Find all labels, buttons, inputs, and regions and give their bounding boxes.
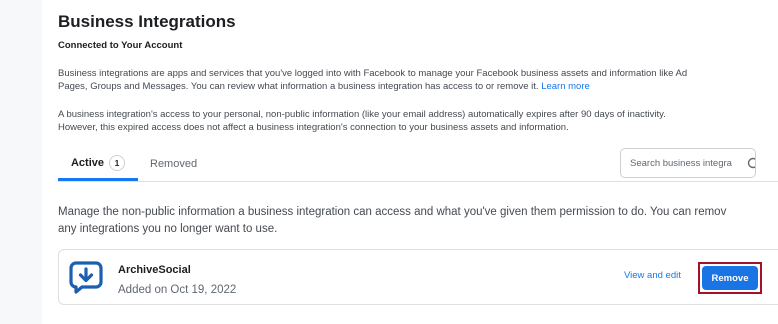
view-and-edit-link[interactable]: View and edit — [624, 270, 681, 281]
tab-removed-label: Removed — [150, 157, 198, 170]
archive-social-logo-icon — [69, 261, 103, 294]
search-icon[interactable] — [747, 157, 756, 171]
expiry-line-2: However, this expired access does not af… — [58, 122, 569, 133]
page-subtitle: Connected to Your Account — [58, 40, 183, 51]
description-line-2: any integrations you no longer want to u… — [58, 223, 278, 235]
search-input[interactable] — [621, 157, 746, 169]
intro-line-2-text: Pages, Groups and Messages. You can revi… — [58, 81, 539, 92]
manage-description: Manage the non-public information a busi… — [58, 204, 726, 238]
remove-button[interactable]: Remove — [702, 266, 758, 290]
expiry-paragraph: A business integration's access to your … — [58, 108, 666, 134]
integration-name: ArchiveSocial — [118, 264, 191, 276]
tab-active-label: Active — [70, 156, 105, 169]
integration-card: ArchiveSocial Added on Oct 19, 2022 View… — [58, 249, 778, 305]
intro-paragraph: Business integrations are apps and servi… — [58, 67, 687, 93]
tab-removed[interactable]: Removed — [150, 147, 197, 180]
search-box[interactable] — [620, 148, 756, 178]
description-line-1: Manage the non-public information a busi… — [58, 206, 727, 218]
expiry-line-1: A business integration's access to your … — [58, 109, 666, 120]
page-title: Business Integrations — [58, 12, 236, 31]
integration-added-date: Added on Oct 19, 2022 — [118, 284, 237, 296]
tab-active[interactable]: Active 1 — [58, 147, 138, 181]
intro-line-1: Business integrations are apps and servi… — [58, 68, 688, 79]
learn-more-link[interactable]: Learn more — [541, 81, 590, 92]
business-integrations-page: Business Integrations Connected to Your … — [42, 0, 778, 324]
intro-line-2: Pages, Groups and Messages. You can revi… — [58, 80, 687, 93]
active-count-badge: 1 — [109, 154, 126, 171]
